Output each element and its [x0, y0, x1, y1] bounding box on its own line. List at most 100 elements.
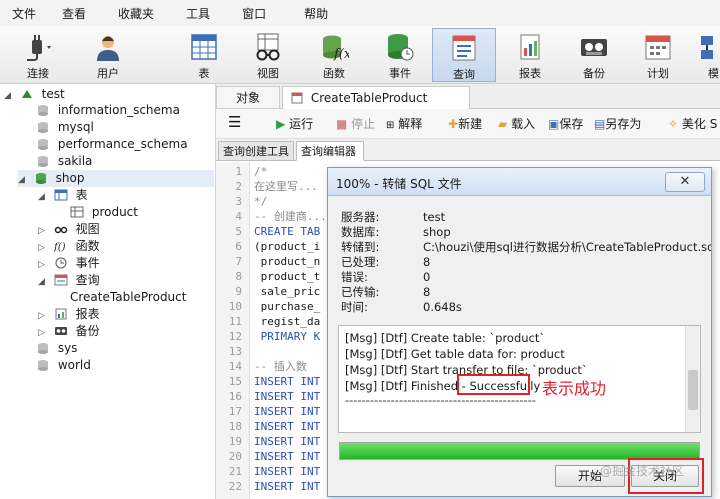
navigation-tree: ◢ test information_schema mysql performa…: [0, 84, 216, 499]
line-number: 10: [228, 300, 242, 313]
editor-subtabs: 查询创建工具 查询编辑器: [216, 139, 720, 161]
tree-group-reports[interactable]: ▷ 报表: [38, 306, 100, 323]
code-line: 18 INSERT INT: [216, 419, 320, 434]
plug-icon: [27, 35, 51, 61]
line-number: 8: [235, 270, 242, 283]
code-line: 3 */: [216, 194, 267, 209]
field-dump-to: 转储到: C:\houzi\使用sql进行数据分析\CreateTableProd…: [341, 240, 711, 254]
log-scrollbar[interactable]: [685, 326, 700, 432]
tree-label: sys: [57, 341, 78, 355]
menu-window[interactable]: 窗口: [236, 5, 272, 22]
code-line: 13: [216, 344, 242, 359]
database-icon: [38, 360, 48, 371]
dialog-close-icon[interactable]: ✕: [665, 172, 705, 192]
toolbar-schedule-button[interactable]: 计划: [626, 28, 690, 82]
tree-db-world[interactable]: world: [36, 357, 91, 374]
field-database: 数据库: shop: [341, 225, 451, 239]
beautify-sql-button[interactable]: ✧ 美化 S: [668, 115, 717, 133]
report-icon: [55, 308, 67, 320]
tree-group-functions[interactable]: ▷ f() 函数: [38, 238, 100, 255]
expand-down-icon[interactable]: ◢: [4, 88, 16, 105]
toolbar-query-button[interactable]: 查询: [432, 28, 496, 82]
scrollbar-thumb[interactable]: [688, 370, 698, 410]
run-play-icon: ▶: [276, 117, 286, 131]
save-as-button[interactable]: ▤另存为: [594, 115, 641, 133]
toolbar-connect-button[interactable]: 连接: [6, 28, 70, 82]
expand-down-icon[interactable]: ◢: [38, 189, 50, 206]
database-icon: [38, 122, 48, 133]
explain-label: 解释: [398, 117, 423, 131]
tree-db-shop[interactable]: ◢ shop: [18, 170, 214, 187]
backup-tape-icon: [581, 39, 607, 56]
log-prefix: [Msg] [Dtf] Finished -: [345, 379, 470, 393]
tree-group-tables[interactable]: ◢ 表: [38, 187, 88, 204]
load-folder-icon: ▰: [498, 117, 508, 131]
code-text: INSERT INT: [254, 405, 321, 418]
query-icon: [54, 274, 68, 286]
tree-group-views[interactable]: ▷ 视图: [38, 221, 100, 238]
tree-label: mysql: [57, 120, 94, 134]
menu-favorites[interactable]: 收藏夹: [112, 5, 160, 22]
line-number: 6: [235, 240, 242, 253]
toolbar-model-label: 模: [708, 67, 719, 80]
success-highlight-box: [457, 374, 530, 395]
tree-group-events[interactable]: ▷ 事件: [38, 255, 100, 272]
backup-tape-icon: [54, 327, 67, 335]
menu-help[interactable]: 帮助: [298, 5, 334, 22]
tree-label: 报表: [75, 307, 100, 321]
new-button[interactable]: ✚新建: [448, 115, 482, 133]
code-text: product_n: [254, 255, 321, 268]
code-text: /*: [254, 165, 268, 178]
tree-label: shop: [55, 171, 85, 185]
expand-down-icon[interactable]: ◢: [38, 274, 50, 291]
tree-connection-test[interactable]: ◢ test: [4, 86, 65, 103]
line-number: 9: [235, 285, 242, 298]
toolbar-backup-button[interactable]: 备份: [562, 28, 626, 82]
code-line: 17 INSERT INT: [216, 404, 320, 419]
tree-table-product[interactable]: product: [70, 204, 138, 221]
tree-db-sakila[interactable]: sakila: [36, 153, 92, 170]
line-number: 22: [228, 480, 242, 493]
hamburger-menu-icon[interactable]: ☰: [228, 113, 241, 131]
tree-db-sys[interactable]: sys: [36, 340, 77, 357]
tree-query-createtableproduct[interactable]: CreateTableProduct: [70, 289, 186, 306]
menu-file[interactable]: 文件: [6, 5, 42, 22]
save-button[interactable]: ▣保存: [548, 115, 583, 133]
tab-query-editor[interactable]: 查询编辑器: [296, 141, 364, 161]
toolbar-user-button[interactable]: 用户: [76, 28, 140, 82]
tab-objects[interactable]: 对象: [216, 86, 280, 109]
database-icon: [38, 156, 48, 167]
expand-down-icon[interactable]: ◢: [18, 172, 30, 189]
tab-query-builder[interactable]: 查询创建工具: [218, 141, 294, 161]
svg-text:f(x): f(x): [333, 47, 349, 62]
toolbar-function-button[interactable]: f(x) 函数: [302, 28, 366, 82]
explain-button[interactable]: ⊞ 解释: [386, 115, 422, 133]
database-open-icon: [35, 173, 46, 184]
field-time: 时间: 0.648s: [341, 300, 462, 314]
tree-db-mysql[interactable]: mysql: [36, 119, 94, 136]
run-button[interactable]: ▶ 运行: [276, 115, 313, 133]
tree-group-backups[interactable]: ▷ 备份: [38, 323, 100, 340]
line-number: 21: [228, 465, 242, 478]
toolbar-report-button[interactable]: 报表: [498, 28, 562, 82]
toolbar-view-button[interactable]: 视图: [236, 28, 300, 82]
toolbar-backup-label: 备份: [583, 67, 605, 80]
log-line: [Msg] [Dtf] Get table data for: product: [345, 347, 565, 361]
code-line: 19 INSERT INT: [216, 434, 320, 449]
connection-icon: [21, 90, 32, 98]
function-icon: f(x): [323, 35, 349, 62]
tree-db-information-schema[interactable]: information_schema: [36, 102, 180, 119]
tree-group-queries[interactable]: ◢ 查询: [38, 272, 100, 289]
tree-db-performance-schema[interactable]: performance_schema: [36, 136, 188, 153]
toolbar-event-button[interactable]: 事件: [368, 28, 432, 82]
stop-button[interactable]: ■ 停止: [336, 115, 375, 133]
save-label: 保存: [559, 117, 584, 131]
menu-tools[interactable]: 工具: [180, 5, 216, 22]
tree-label: 查询: [75, 273, 100, 287]
toolbar-table-button[interactable]: 表: [172, 28, 236, 82]
tab-query-createtableproduct[interactable]: CreateTableProduct @shop...: [282, 86, 470, 127]
toolbar-view-label: 视图: [257, 67, 279, 80]
toolbar-model-button[interactable]: 模: [688, 28, 720, 82]
menu-view[interactable]: 查看: [56, 5, 92, 22]
load-button[interactable]: ▰ 载入: [498, 115, 535, 133]
